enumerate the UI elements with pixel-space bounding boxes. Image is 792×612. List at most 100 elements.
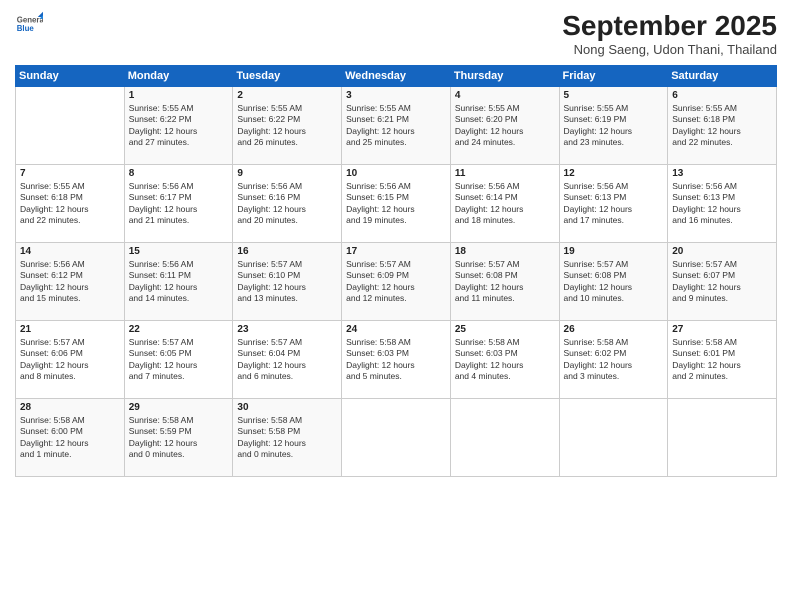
day-number: 27 xyxy=(672,324,772,335)
day-number: 18 xyxy=(455,246,555,257)
cell-info: Sunrise: 5:58 AM Sunset: 6:01 PM Dayligh… xyxy=(672,337,772,383)
cell-info: Sunrise: 5:57 AM Sunset: 6:06 PM Dayligh… xyxy=(20,337,120,383)
cell-w5-d0: 28Sunrise: 5:58 AM Sunset: 6:00 PM Dayli… xyxy=(16,399,125,477)
header: General Blue September 2025 Nong Saeng, … xyxy=(15,10,777,57)
day-number: 26 xyxy=(564,324,664,335)
day-number: 2 xyxy=(237,90,337,101)
day-number: 10 xyxy=(346,168,446,179)
day-number: 20 xyxy=(672,246,772,257)
cell-info: Sunrise: 5:57 AM Sunset: 6:10 PM Dayligh… xyxy=(237,259,337,305)
header-friday: Friday xyxy=(559,66,668,87)
week-row-5: 28Sunrise: 5:58 AM Sunset: 6:00 PM Dayli… xyxy=(16,399,777,477)
cell-w2-d0: 7 Sunrise: 5:55 AM Sunset: 6:18 PM Daylig… xyxy=(16,165,125,243)
day-number: 21 xyxy=(20,324,120,335)
day-number: 6 xyxy=(672,90,772,101)
day-number: 5 xyxy=(564,90,664,101)
cell-w4-d1: 22 Sunrise: 5:57 AM Sunset: 6:05 PM Dayli… xyxy=(124,321,233,399)
cell-w1-d4: 4 Sunrise: 5:55 AM Sunset: 6:20 PM Daylig… xyxy=(450,87,559,165)
cell-w5-d6 xyxy=(668,399,777,477)
cell-w3-d5: 19 Sunrise: 5:57 AM Sunset: 6:08 PM Dayli… xyxy=(559,243,668,321)
header-tuesday: Tuesday xyxy=(233,66,342,87)
cell-info: Sunrise: 5:55 AM Sunset: 6:18 PM Dayligh… xyxy=(20,181,120,227)
day-number: 22 xyxy=(129,324,229,335)
cell-w4-d4: 25 Sunrise: 5:58 AM Sunset: 6:03 PM Dayli… xyxy=(450,321,559,399)
cell-w1-d6: 6 Sunrise: 5:55 AM Sunset: 6:18 PM Daylig… xyxy=(668,87,777,165)
cell-info: Sunrise: 5:58 AM Sunset: 5:58 PM Dayligh… xyxy=(237,415,337,461)
cell-w2-d6: 13Sunrise: 5:56 AM Sunset: 6:13 PM Dayli… xyxy=(668,165,777,243)
cell-w4-d0: 21 Sunrise: 5:57 AM Sunset: 6:06 PM Dayli… xyxy=(16,321,125,399)
cell-info: Sunrise: 5:56 AM Sunset: 6:13 PM Dayligh… xyxy=(564,181,664,227)
cell-w2-d1: 8 Sunrise: 5:56 AM Sunset: 6:17 PM Daylig… xyxy=(124,165,233,243)
cell-w3-d4: 18 Sunrise: 5:57 AM Sunset: 6:08 PM Dayli… xyxy=(450,243,559,321)
cell-info: Sunrise: 5:58 AM Sunset: 6:03 PM Dayligh… xyxy=(455,337,555,383)
day-number: 12 xyxy=(564,168,664,179)
header-wednesday: Wednesday xyxy=(342,66,451,87)
cell-info: Sunrise: 5:57 AM Sunset: 6:07 PM Dayligh… xyxy=(672,259,772,305)
week-row-2: 7 Sunrise: 5:55 AM Sunset: 6:18 PM Daylig… xyxy=(16,165,777,243)
cell-info: Sunrise: 5:57 AM Sunset: 6:08 PM Dayligh… xyxy=(455,259,555,305)
day-number: 14 xyxy=(20,246,120,257)
cell-w1-d5: 5 Sunrise: 5:55 AM Sunset: 6:19 PM Daylig… xyxy=(559,87,668,165)
header-monday: Monday xyxy=(124,66,233,87)
cell-w4-d5: 26 Sunrise: 5:58 AM Sunset: 6:02 PM Dayli… xyxy=(559,321,668,399)
cell-info: Sunrise: 5:58 AM Sunset: 6:02 PM Dayligh… xyxy=(564,337,664,383)
day-number: 15 xyxy=(129,246,229,257)
cell-info: Sunrise: 5:56 AM Sunset: 6:12 PM Dayligh… xyxy=(20,259,120,305)
cell-info: Sunrise: 5:56 AM Sunset: 6:15 PM Dayligh… xyxy=(346,181,446,227)
header-thursday: Thursday xyxy=(450,66,559,87)
cell-w2-d5: 12 Sunrise: 5:56 AM Sunset: 6:13 PM Dayli… xyxy=(559,165,668,243)
title-block: September 2025 Nong Saeng, Udon Thani, T… xyxy=(562,10,777,57)
cell-info: Sunrise: 5:55 AM Sunset: 6:22 PM Dayligh… xyxy=(129,103,229,149)
day-number: 9 xyxy=(237,168,337,179)
cell-w5-d2: 30 Sunrise: 5:58 AM Sunset: 5:58 PM Dayli… xyxy=(233,399,342,477)
day-number: 30 xyxy=(237,402,337,413)
cell-w5-d4 xyxy=(450,399,559,477)
cell-info: Sunrise: 5:55 AM Sunset: 6:19 PM Dayligh… xyxy=(564,103,664,149)
cell-info: Sunrise: 5:57 AM Sunset: 6:05 PM Dayligh… xyxy=(129,337,229,383)
cell-info: Sunrise: 5:56 AM Sunset: 6:17 PM Dayligh… xyxy=(129,181,229,227)
day-number: 16 xyxy=(237,246,337,257)
cell-info: Sunrise: 5:58 AM Sunset: 5:59 PM Dayligh… xyxy=(129,415,229,461)
cell-info: Sunrise: 5:56 AM Sunset: 6:16 PM Dayligh… xyxy=(237,181,337,227)
weekday-header-row: Sunday Monday Tuesday Wednesday Thursday… xyxy=(16,66,777,87)
day-number: 24 xyxy=(346,324,446,335)
cell-w3-d3: 17Sunrise: 5:57 AM Sunset: 6:09 PM Dayli… xyxy=(342,243,451,321)
cell-info: Sunrise: 5:55 AM Sunset: 6:20 PM Dayligh… xyxy=(455,103,555,149)
cell-w3-d1: 15Sunrise: 5:56 AM Sunset: 6:11 PM Dayli… xyxy=(124,243,233,321)
cell-w1-d2: 2 Sunrise: 5:55 AM Sunset: 6:22 PM Daylig… xyxy=(233,87,342,165)
cell-w2-d2: 9 Sunrise: 5:56 AM Sunset: 6:16 PM Daylig… xyxy=(233,165,342,243)
cell-w4-d6: 27 Sunrise: 5:58 AM Sunset: 6:01 PM Dayli… xyxy=(668,321,777,399)
cell-w2-d4: 11Sunrise: 5:56 AM Sunset: 6:14 PM Dayli… xyxy=(450,165,559,243)
day-number: 8 xyxy=(129,168,229,179)
cell-w5-d3 xyxy=(342,399,451,477)
cell-w5-d1: 29Sunrise: 5:58 AM Sunset: 5:59 PM Dayli… xyxy=(124,399,233,477)
day-number: 19 xyxy=(564,246,664,257)
cell-w1-d0 xyxy=(16,87,125,165)
header-sunday: Sunday xyxy=(16,66,125,87)
calendar-table: Sunday Monday Tuesday Wednesday Thursday… xyxy=(15,65,777,477)
day-number: 17 xyxy=(346,246,446,257)
cell-info: Sunrise: 5:57 AM Sunset: 6:04 PM Dayligh… xyxy=(237,337,337,383)
day-number: 1 xyxy=(129,90,229,101)
cell-w1-d1: 1 Sunrise: 5:55 AM Sunset: 6:22 PM Daylig… xyxy=(124,87,233,165)
day-number: 23 xyxy=(237,324,337,335)
header-saturday: Saturday xyxy=(668,66,777,87)
cell-info: Sunrise: 5:58 AM Sunset: 6:00 PM Dayligh… xyxy=(20,415,120,461)
day-number: 7 xyxy=(20,168,120,179)
cell-info: Sunrise: 5:58 AM Sunset: 6:03 PM Dayligh… xyxy=(346,337,446,383)
cell-w4-d3: 24 Sunrise: 5:58 AM Sunset: 6:03 PM Dayli… xyxy=(342,321,451,399)
cell-info: Sunrise: 5:55 AM Sunset: 6:18 PM Dayligh… xyxy=(672,103,772,149)
day-number: 4 xyxy=(455,90,555,101)
location: Nong Saeng, Udon Thani, Thailand xyxy=(562,42,777,57)
cell-w4-d2: 23 Sunrise: 5:57 AM Sunset: 6:04 PM Dayli… xyxy=(233,321,342,399)
month-title: September 2025 xyxy=(562,10,777,42)
cell-info: Sunrise: 5:55 AM Sunset: 6:22 PM Dayligh… xyxy=(237,103,337,149)
cell-info: Sunrise: 5:57 AM Sunset: 6:08 PM Dayligh… xyxy=(564,259,664,305)
cell-w1-d3: 3Sunrise: 5:55 AM Sunset: 6:21 PM Daylig… xyxy=(342,87,451,165)
week-row-4: 21 Sunrise: 5:57 AM Sunset: 6:06 PM Dayli… xyxy=(16,321,777,399)
cell-w2-d3: 10 Sunrise: 5:56 AM Sunset: 6:15 PM Dayli… xyxy=(342,165,451,243)
cell-info: Sunrise: 5:56 AM Sunset: 6:13 PM Dayligh… xyxy=(672,181,772,227)
day-number: 25 xyxy=(455,324,555,335)
week-row-3: 14 Sunrise: 5:56 AM Sunset: 6:12 PM Dayli… xyxy=(16,243,777,321)
day-number: 3 xyxy=(346,90,446,101)
